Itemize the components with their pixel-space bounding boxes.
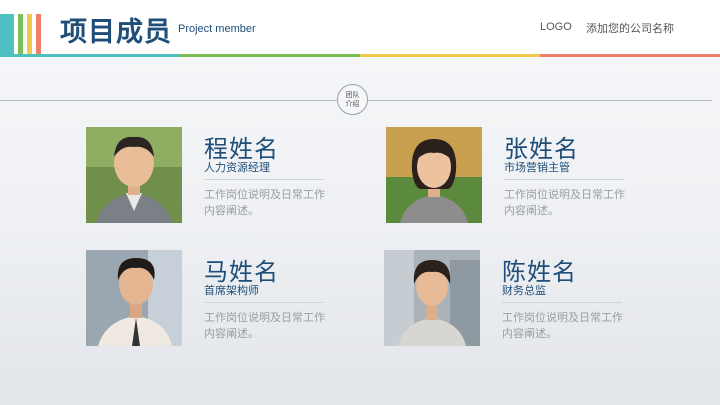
member-separator xyxy=(504,179,624,180)
section-divider-left xyxy=(0,100,337,101)
logo-placeholder: LOGO xyxy=(540,21,572,33)
member-card: 程姓名 人力资源经理 工作岗位说明及日常工作内容阐述。 xyxy=(86,127,346,225)
member-photo xyxy=(384,250,480,346)
company-name: 添加您的公司名称 xyxy=(586,22,674,35)
member-description: 工作岗位说明及日常工作内容阐述。 xyxy=(204,188,325,217)
stripe-3 xyxy=(27,14,32,54)
section-divider-right xyxy=(368,100,712,101)
member-card: 陈姓名 财务总监 工作岗位说明及日常工作内容阐述。 xyxy=(384,250,644,348)
member-description: 工作岗位说明及日常工作内容阐述。 xyxy=(502,311,623,340)
color-line-teal xyxy=(0,54,180,57)
color-line-green xyxy=(180,54,360,57)
member-role: 市场营销主管 xyxy=(504,161,570,174)
member-card: 张姓名 市场营销主管 工作岗位说明及日常工作内容阐述。 xyxy=(386,127,646,225)
member-separator xyxy=(204,179,324,180)
color-line xyxy=(0,54,720,57)
stripe-4 xyxy=(36,14,41,54)
color-line-red xyxy=(540,54,720,57)
member-separator xyxy=(502,302,622,303)
member-separator xyxy=(204,302,324,303)
member-photo xyxy=(86,127,182,223)
member-role: 人力资源经理 xyxy=(204,161,270,174)
stripe-2 xyxy=(18,14,23,54)
member-role: 首席架构师 xyxy=(204,284,259,297)
color-line-yellow xyxy=(360,54,540,57)
stripe-1 xyxy=(0,14,14,54)
member-description: 工作岗位说明及日常工作内容阐述。 xyxy=(204,311,325,340)
member-card: 马姓名 首席架构师 工作岗位说明及日常工作内容阐述。 xyxy=(86,250,346,348)
member-photo xyxy=(386,127,482,223)
badge-line-2: 介绍 xyxy=(345,99,360,108)
page-title: 项目成员 xyxy=(60,17,172,48)
member-role: 财务总监 xyxy=(502,284,546,297)
page-subtitle: Project member xyxy=(178,23,256,35)
member-photo xyxy=(86,250,182,346)
section-badge: 团队 介绍 xyxy=(337,84,368,115)
header-bar: 项目成员 Project member LOGO 添加您的公司名称 xyxy=(0,0,720,57)
badge-line-1: 团队 xyxy=(345,90,360,99)
member-description: 工作岗位说明及日常工作内容阐述。 xyxy=(504,188,625,217)
